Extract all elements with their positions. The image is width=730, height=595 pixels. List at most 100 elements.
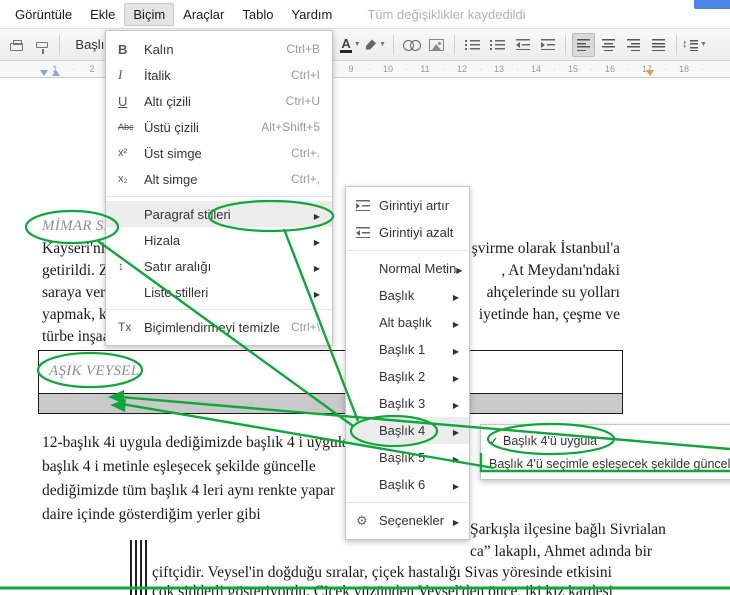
menu-yardim[interactable]: Yardım [282,3,341,26]
shortcut-label: Ctrl+, [290,172,320,186]
paragraph-styles-menu: Girintiyi artır Girintiyi azalt Normal M… [345,186,470,540]
insert-image-icon [429,38,444,51]
menu-item-baslik4-uygula[interactable]: Başlık 4'ü uygula [481,429,730,452]
paragraph-line: başlık 4 i metinle eşleşecek şekilde gün… [42,458,316,475]
menu-item-kalin[interactable]: B Kalın Ctrl+B [106,36,332,62]
table-border-line [140,540,142,595]
chevron-down-icon: ▼ [379,41,386,48]
menu-item-label: Girintiyi azalt [379,225,454,240]
insert-link-button[interactable] [400,33,423,57]
increase-indent-icon [356,200,379,211]
submenu-arrow-icon [456,261,462,276]
line-spacing-icon [682,38,698,51]
heading-table[interactable]: AŞIK VEYSEL [38,350,623,414]
shortcut-label: Ctrl+\ [290,320,320,334]
shortcut-label: Ctrl+I [290,68,320,82]
menu-item-label: Liste stilleri [144,284,209,300]
menu-bar: Görüntüle Ekle Biçim Araçlar Tablo Yardı… [0,0,730,28]
paragraph-line: çok şiddetli gösteriyordu. Çiçek yüzünde… [152,583,613,595]
line-left-fragment: Kayseri'nin [42,240,113,257]
toolbar-separator [676,34,677,55]
print-button[interactable] [5,33,28,57]
table-border-line [135,540,137,595]
paint-format-icon [35,41,48,54]
highlight-color-icon [365,39,377,50]
bulleted-list-button[interactable] [486,33,509,57]
align-center-icon [602,38,615,51]
menu-tablo[interactable]: Tablo [233,3,282,26]
right-indent-marker[interactable] [646,70,654,76]
line-left-fragment: saraya veril [42,284,114,301]
menu-separator [346,502,469,503]
menu-ekle[interactable]: Ekle [81,3,124,26]
paragraph-line: 12-başlık 4i uygula dediğimizde başlık 4… [42,434,355,451]
paragraph-line: çiftçidir. Veysel'in doğduğu sıralar, çi… [152,564,612,581]
justify-button[interactable] [647,33,670,57]
line-right-fragment: iyetinde han, çeşme ve [478,306,620,323]
line-spacing-icon: ↕ [118,259,124,273]
menu-item-satir-araligi[interactable]: ↕ Satır aralığı [106,253,332,279]
save-status: Tüm değişiklikler kaydedildi [367,6,526,22]
clear-formatting-icon: Tx [118,320,132,334]
menu-item-girintiyi-azalt[interactable]: Girintiyi azalt [346,219,469,246]
toolbar-separator [454,34,455,55]
menu-item-ustu-cizili[interactable]: Abc Üstü çizili Alt+Shift+5 [106,114,332,140]
increase-indent-button[interactable] [536,33,559,57]
menu-item-normal-metin[interactable]: Normal Metin [346,255,469,282]
menu-goruntule[interactable]: Görüntüle [6,3,81,26]
insert-image-button[interactable] [425,33,448,57]
menu-item-label: Üstü çizili [144,119,199,135]
menu-item-ust-simge[interactable]: x² Üst simge Ctrl+. [106,140,332,166]
text-color-button[interactable]: A ▼ [339,33,362,57]
menu-item-baslik-1[interactable]: Başlık 1 [346,336,469,363]
menu-item-label: Biçimlendirmeyi temizle [144,319,280,335]
numbered-list-button[interactable] [461,33,484,57]
selected-table-row[interactable] [39,393,622,413]
submenu-arrow-icon [314,259,320,274]
menu-item-bicimlendirmeyi-temizle[interactable]: Tx Biçimlendirmeyi temizle Ctrl+\ [106,314,332,340]
table-row[interactable]: AŞIK VEYSEL [39,351,622,393]
menu-item-liste-stilleri[interactable]: Liste stilleri [106,279,332,305]
menu-item-baslik4-guncelle[interactable]: Başlık 4'ü seçimle eşleşecek şekilde gün… [481,452,730,475]
first-line-indent-marker[interactable] [40,70,48,76]
menu-item-label: Başlık 1 [379,342,426,357]
italic-icon: I [118,67,123,82]
align-center-button[interactable] [597,33,620,57]
menu-item-alt-simge[interactable]: x₂ Alt simge Ctrl+, [106,166,332,192]
menu-item-baslik-2[interactable]: Başlık 2 [346,363,469,390]
menu-item-paragraf-stilleri[interactable]: Paragraf stilleri [106,201,332,227]
check-icon [489,434,503,448]
menu-item-baslik-5[interactable]: Başlık 5 [346,444,469,471]
menu-item-baslik[interactable]: Başlık [346,282,469,309]
menu-item-secenekler[interactable]: ⚙ Seçenekler [346,507,469,534]
align-left-button[interactable] [572,32,595,57]
menu-item-italik[interactable]: I İtalik Ctrl+I [106,62,332,88]
menu-item-label: Başlık 2 [379,369,426,384]
menu-araclar[interactable]: Araçlar [174,3,233,26]
line-spacing-button[interactable]: ▼ [682,33,707,57]
menu-item-girintiyi-artir[interactable]: Girintiyi artır [346,192,469,219]
heading4-menu: Başlık 4'ü uygula Başlık 4'ü seçimle eşl… [480,424,730,480]
align-right-button[interactable] [622,33,645,57]
menu-item-baslik-3[interactable]: Başlık 3 [346,390,469,417]
chevron-down-icon: ▼ [700,41,707,48]
numbered-list-icon [465,39,480,50]
left-indent-marker[interactable] [52,70,60,76]
menu-item-alti-cizili[interactable]: U Altı çizili Ctrl+U [106,88,332,114]
submenu-arrow-icon [314,233,320,248]
menu-item-baslik-4[interactable]: Başlık 4 [346,417,469,444]
menu-item-baslik-6[interactable]: Başlık 6 [346,471,469,498]
menu-item-label: Başlık 4'ü seçimle eşleşecek şekilde gün… [489,456,730,471]
highlight-color-button[interactable]: ▼ [364,33,387,57]
menu-item-label: Kalın [144,41,174,57]
bold-icon: B [118,41,128,57]
paint-format-button[interactable] [30,33,53,57]
menu-item-label: Alt simge [144,171,198,187]
decrease-indent-button[interactable] [511,33,534,57]
share-button[interactable] [694,0,730,9]
menu-bicim[interactable]: Biçim [124,2,175,26]
menu-item-label: Seçenekler [379,513,445,528]
menu-item-hizala[interactable]: Hizala [106,227,332,253]
align-left-icon [577,38,590,51]
menu-item-alt-baslik[interactable]: Alt başlık [346,309,469,336]
